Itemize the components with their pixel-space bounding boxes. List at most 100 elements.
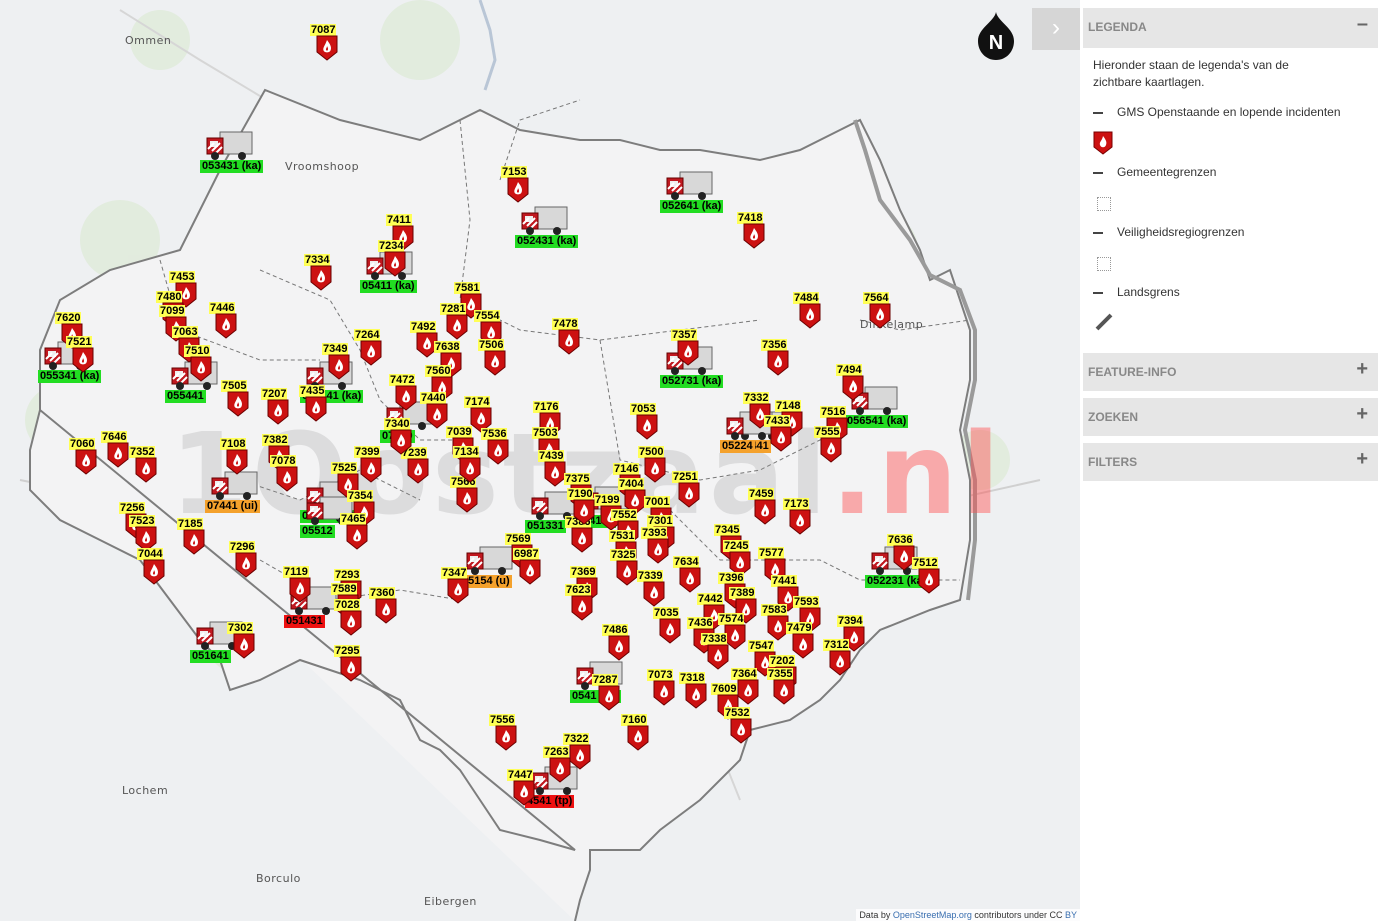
incident-marker[interactable]: 7433 <box>764 415 792 452</box>
incident-marker[interactable]: 7500 <box>638 446 666 483</box>
incident-marker[interactable]: 7479 <box>786 622 814 659</box>
collapse-dash-icon[interactable] <box>1093 112 1103 114</box>
incident-marker[interactable]: 7044 <box>137 548 165 585</box>
fire-truck-marker[interactable]: 052431 (ka) <box>515 205 585 249</box>
incident-marker[interactable]: 7439 <box>538 450 566 487</box>
incident-marker[interactable]: 7506 <box>478 339 506 376</box>
osm-link[interactable]: OpenStreetMap.org <box>893 910 972 920</box>
incident-marker[interactable]: 7281 <box>440 303 468 340</box>
incident-marker[interactable]: 7108 <box>220 438 248 475</box>
incident-marker[interactable]: 7393 <box>641 527 669 564</box>
fire-truck-icon <box>666 171 713 200</box>
expand-icon[interactable]: + <box>1356 448 1368 471</box>
incident-marker[interactable]: 7234 <box>378 240 406 277</box>
incident-marker[interactable]: 7634 <box>673 556 701 593</box>
incident-marker[interactable]: 7338 <box>701 633 729 670</box>
legend-intro: Hieronder staan de legenda's van de zich… <box>1093 58 1289 89</box>
incident-marker[interactable]: 7418 <box>737 212 765 249</box>
incident-marker[interactable]: 7564 <box>863 292 891 329</box>
incident-marker[interactable]: 7312 <box>823 639 851 676</box>
map-canvas[interactable]: Ommen Vroomshoop Lochem Borculo Eibergen… <box>0 0 1080 921</box>
incident-marker[interactable]: 7119 <box>283 566 311 603</box>
incident-marker[interactable]: 7356 <box>761 339 789 376</box>
incident-marker[interactable]: 7334 <box>304 254 332 291</box>
incident-marker[interactable]: 7296 <box>229 541 257 578</box>
incident-marker[interactable]: 7185 <box>177 518 205 555</box>
filters-header[interactable]: FILTERS + <box>1083 443 1378 481</box>
incident-marker[interactable]: 7153 <box>501 166 529 203</box>
incident-marker[interactable]: 7160 <box>621 714 649 751</box>
incident-marker[interactable]: 7060 <box>69 438 97 475</box>
incident-marker[interactable]: 7352 <box>129 446 157 483</box>
fire-truck-marker[interactable]: 07441 (ui) <box>205 470 275 514</box>
incident-marker[interactable]: 7190 <box>567 488 595 525</box>
incident-marker[interactable]: 7035 <box>653 607 681 644</box>
incident-marker[interactable]: 7494 <box>836 364 864 401</box>
incident-marker[interactable]: 7322 <box>563 733 591 770</box>
collapse-icon[interactable]: – <box>1357 13 1368 36</box>
incident-marker[interactable]: 7325 <box>610 549 638 586</box>
unit-label: 052431 (ka) <box>515 235 579 248</box>
incident-marker[interactable]: 7505 <box>221 380 249 417</box>
incident-marker[interactable]: 7623 <box>565 584 593 621</box>
incident-marker[interactable]: 7472 <box>389 374 417 411</box>
incident-marker[interactable]: 7287 <box>592 674 620 711</box>
incident-marker[interactable]: 7360 <box>369 587 397 624</box>
incident-marker[interactable]: 7263 <box>543 746 571 783</box>
incident-marker[interactable]: 7251 <box>672 471 700 508</box>
incident-marker[interactable]: 7087 <box>310 24 338 61</box>
incident-marker[interactable]: 7447 <box>507 769 535 806</box>
incident-marker[interactable]: 7556 <box>489 714 517 751</box>
incident-marker[interactable]: 7347 <box>441 567 469 604</box>
incident-marker[interactable]: 7028 <box>334 599 362 636</box>
incident-marker[interactable]: 6987 <box>513 548 541 585</box>
incident-marker[interactable]: 7446 <box>209 302 237 339</box>
incident-marker[interactable]: 7521 <box>66 336 94 373</box>
collapse-dash-icon[interactable] <box>1093 172 1103 174</box>
incident-marker[interactable]: 7399 <box>354 446 382 483</box>
incident-marker[interactable]: 7523 <box>129 515 157 552</box>
incident-marker[interactable]: 7459 <box>748 488 776 525</box>
incident-marker[interactable]: 7245 <box>723 540 751 577</box>
incident-marker[interactable]: 7484 <box>793 292 821 329</box>
incident-marker[interactable]: 7536 <box>481 428 509 465</box>
feature-info-header[interactable]: FEATURE-INFO + <box>1083 353 1378 391</box>
incident-marker[interactable]: 7465 <box>340 513 368 550</box>
license-link[interactable]: BY <box>1065 910 1077 920</box>
incident-marker[interactable]: 7073 <box>647 669 675 706</box>
incident-marker[interactable]: 7486 <box>602 624 630 661</box>
incident-marker[interactable]: 7173 <box>783 498 811 535</box>
incident-marker[interactable]: 7478 <box>552 318 580 355</box>
collapse-dash-icon[interactable] <box>1093 232 1103 234</box>
incident-marker[interactable]: 7053 <box>630 403 658 440</box>
expand-icon[interactable]: + <box>1356 403 1368 426</box>
panel-toggle-button[interactable]: › <box>1032 8 1080 50</box>
incident-marker[interactable]: 7355 <box>767 668 795 705</box>
incident-marker[interactable]: 7339 <box>637 570 665 607</box>
legend-header[interactable]: LEGENDA – <box>1083 8 1378 48</box>
incident-marker[interactable]: 7302 <box>227 622 255 659</box>
incident-marker[interactable]: 7207 <box>261 388 289 425</box>
incident-marker[interactable]: 7078 <box>270 455 298 492</box>
incident-marker[interactable]: 7357 <box>671 329 699 366</box>
fire-truck-icon <box>206 131 253 160</box>
expand-icon[interactable]: + <box>1356 358 1368 381</box>
incident-marker[interactable]: 7555 <box>814 426 842 463</box>
incident-marker[interactable]: 7264 <box>354 329 382 366</box>
incident-marker[interactable]: 7646 <box>101 431 129 468</box>
incident-marker[interactable]: 7435 <box>299 385 327 422</box>
collapse-dash-icon[interactable] <box>1093 292 1103 294</box>
incident-marker[interactable]: 7340 <box>384 418 412 455</box>
incident-marker[interactable]: 7510 <box>184 345 212 382</box>
fire-truck-marker[interactable]: 052641 (ka) <box>660 170 730 214</box>
search-header[interactable]: ZOEKEN + <box>1083 398 1378 436</box>
fire-truck-marker[interactable]: 053431 (ka) <box>200 130 270 174</box>
incident-marker[interactable]: 7532 <box>724 707 752 744</box>
incident-marker[interactable]: 7364 <box>731 668 759 705</box>
incident-marker[interactable]: 7318 <box>679 672 707 709</box>
incident-marker[interactable]: 7134 <box>453 446 481 483</box>
incident-marker[interactable]: 7295 <box>334 645 362 682</box>
incident-marker[interactable]: 7440 <box>420 392 448 429</box>
incident-marker[interactable]: 7512 <box>912 557 940 594</box>
incident-marker[interactable]: 7349 <box>322 343 350 380</box>
